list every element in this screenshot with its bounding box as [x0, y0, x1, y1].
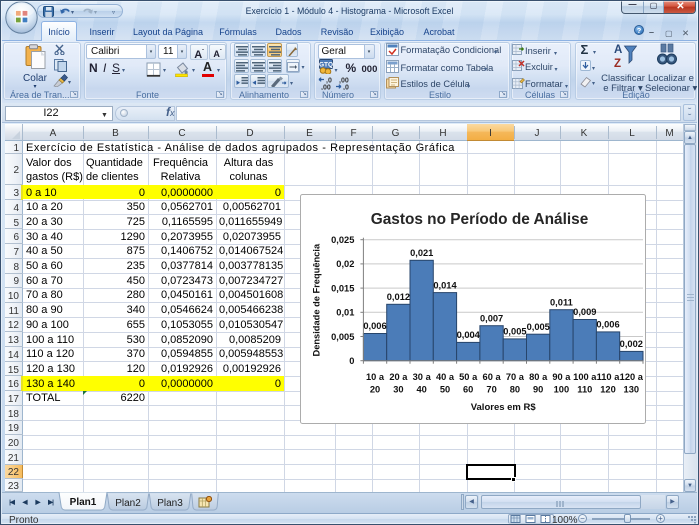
svg-text:60: 60 — [463, 385, 473, 395]
svg-text:120 a: 120 a — [620, 372, 644, 382]
svg-text:90 a: 90 a — [552, 372, 571, 382]
svg-text:0,009: 0,009 — [573, 307, 596, 317]
svg-text:70 a: 70 a — [506, 372, 525, 382]
svg-text:0,006: 0,006 — [596, 320, 619, 330]
svg-text:0,02: 0,02 — [336, 259, 354, 269]
svg-text:A: A — [614, 44, 622, 56]
svg-text:30 a: 30 a — [413, 372, 432, 382]
svg-text:Z: Z — [614, 58, 621, 70]
svg-text:0,021: 0,021 — [410, 248, 433, 258]
svg-text:80 a: 80 a — [529, 372, 548, 382]
svg-text:0: 0 — [349, 356, 354, 366]
svg-text:80: 80 — [510, 385, 520, 395]
svg-text:0,005: 0,005 — [527, 322, 550, 332]
svg-text:0,005: 0,005 — [503, 327, 526, 337]
svg-text:Densidade de Frequência: Densidade de Frequência — [312, 243, 322, 356]
svg-text:Valores em R$: Valores em R$ — [471, 402, 537, 413]
svg-text:0,002: 0,002 — [620, 339, 643, 349]
svg-text:100: 100 — [554, 385, 570, 395]
svg-text:0,014: 0,014 — [433, 280, 457, 290]
svg-text:110: 110 — [577, 385, 592, 395]
svg-text:0,006: 0,006 — [363, 321, 386, 331]
svg-text:10 a: 10 a — [366, 372, 385, 382]
svg-text:,0: ,0 — [343, 85, 349, 91]
svg-text:GTQ: GTQ — [319, 62, 333, 69]
svg-text:40 a: 40 a — [436, 372, 455, 382]
svg-text:60 a: 60 a — [483, 372, 502, 382]
svg-text:0,004: 0,004 — [457, 330, 481, 340]
svg-text:30: 30 — [393, 385, 403, 395]
svg-text:,00: ,00 — [339, 78, 349, 85]
svg-text:90: 90 — [533, 385, 543, 395]
svg-text:,0: ,0 — [326, 78, 332, 85]
svg-text:70: 70 — [486, 385, 496, 395]
svg-text:0,012: 0,012 — [387, 292, 410, 302]
svg-text:20 a: 20 a — [389, 372, 408, 382]
svg-text:0,007: 0,007 — [480, 313, 503, 323]
svg-text:,00: ,00 — [321, 85, 331, 91]
svg-text:0,025: 0,025 — [331, 235, 354, 245]
svg-text:110 a: 110 a — [597, 372, 621, 382]
svg-text:Gastos no Período de Análise: Gastos no Período de Análise — [371, 211, 589, 228]
svg-text:0,01: 0,01 — [336, 308, 354, 318]
svg-text:0,011: 0,011 — [550, 297, 573, 307]
svg-text:130: 130 — [624, 385, 640, 395]
svg-text:50 a: 50 a — [459, 372, 478, 382]
svg-text:120: 120 — [600, 385, 616, 395]
svg-text:40: 40 — [417, 385, 427, 395]
svg-text:20: 20 — [370, 385, 380, 395]
svg-text:50: 50 — [440, 385, 450, 395]
svg-text:100 a: 100 a — [573, 372, 597, 382]
svg-text:0,005: 0,005 — [331, 332, 354, 342]
svg-text:0,015: 0,015 — [331, 283, 354, 293]
